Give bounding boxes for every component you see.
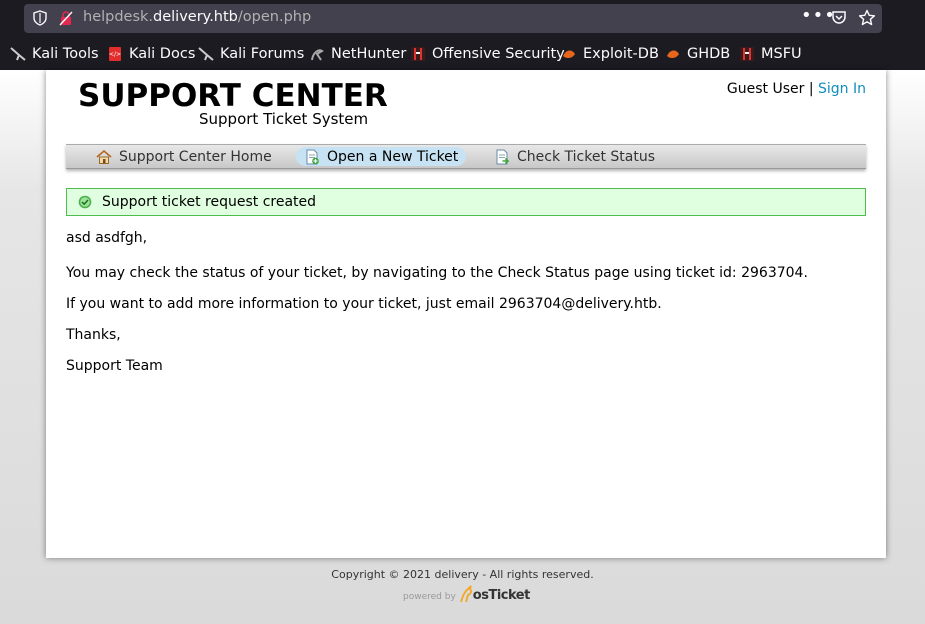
- url-host: delivery.htb: [153, 9, 238, 25]
- support-center-container: SUPPORT CENTER Support Ticket System Gue…: [46, 70, 886, 558]
- ghdb-icon: [667, 50, 679, 59]
- bookmarks-toolbar: Kali Tools </> Kali Docs Kali Forums Net…: [0, 40, 925, 68]
- guest-user-label: Guest User: [726, 81, 805, 97]
- insecure-lock-icon[interactable]: [58, 10, 74, 26]
- logo-title[interactable]: SUPPORT CENTER: [78, 78, 388, 114]
- bookmark-msfu[interactable]: MSFU: [739, 45, 802, 63]
- pocket-icon[interactable]: [831, 10, 847, 26]
- svg-text:</>: </>: [109, 51, 121, 58]
- bookmark-label: Kali Forums: [220, 46, 305, 62]
- nav-open-new-ticket[interactable]: Open a New Ticket: [296, 147, 467, 166]
- url-bar[interactable]: helpdesk.delivery.htb/open.php •••: [24, 4, 882, 33]
- logo-subtitle[interactable]: Support Ticket System: [199, 110, 368, 128]
- bookmark-label: MSFU: [761, 46, 802, 62]
- exploitdb-icon: [563, 50, 575, 59]
- signature-text: Support Team: [66, 358, 163, 374]
- osticket-brand: osTicket: [472, 588, 531, 603]
- bookmark-nethunter[interactable]: NetHunter: [309, 45, 406, 63]
- check-circle-icon: [78, 195, 92, 209]
- powered-by-osticket[interactable]: powered by osTicket: [403, 585, 530, 603]
- nethunter-icon: [311, 49, 324, 61]
- ticket-status-icon: [496, 149, 510, 164]
- url-prefix: helpdesk.: [83, 9, 154, 25]
- home-icon: [96, 149, 112, 164]
- kali-dragon-icon: [198, 47, 214, 61]
- nav-support-center-home[interactable]: Support Center Home: [88, 147, 280, 166]
- user-separator: |: [808, 81, 814, 97]
- url-path: /open.php: [237, 9, 312, 25]
- bookmark-label: Offensive Security: [432, 46, 565, 62]
- nav-check-ticket-status[interactable]: Check Ticket Status: [486, 147, 663, 166]
- bookmark-kali-tools[interactable]: Kali Tools: [10, 45, 99, 63]
- main-nav: Support Center Home Open a New Ticket Ch…: [66, 144, 866, 169]
- bookmark-kali-docs[interactable]: </> Kali Docs: [107, 45, 195, 63]
- nav-label: Support Center Home: [119, 148, 272, 165]
- new-ticket-icon: [306, 149, 319, 164]
- kali-dragon-icon: [10, 47, 26, 61]
- bookmark-label: Kali Tools: [32, 46, 99, 62]
- page-viewport: SUPPORT CENTER Support Ticket System Gue…: [0, 70, 925, 624]
- bookmark-label: GHDB: [687, 46, 731, 62]
- browser-chrome: helpdesk.delivery.htb/open.php ••• Kali …: [0, 0, 925, 70]
- footer-copyright: Copyright © 2021 delivery - All rights r…: [331, 568, 594, 581]
- nav-label: Check Ticket Status: [517, 148, 655, 165]
- osticket-kangaroo-icon: [459, 585, 472, 603]
- greeting-text: asd asdfgh,: [66, 230, 148, 246]
- sign-in-link[interactable]: Sign In: [818, 81, 866, 97]
- offsec-icon: [740, 47, 754, 61]
- thanks-text: Thanks,: [66, 327, 121, 343]
- url-text[interactable]: helpdesk.delivery.htb/open.php: [83, 9, 311, 25]
- user-info: Guest User | Sign In: [727, 81, 866, 97]
- nav-label: Open a New Ticket: [327, 148, 459, 165]
- bookmark-exploit-db[interactable]: Exploit-DB: [561, 45, 659, 63]
- bookmark-label: NetHunter: [331, 46, 407, 62]
- bookmark-star-icon[interactable]: [858, 9, 876, 27]
- notice-text: Support ticket request created: [102, 194, 317, 210]
- shield-icon[interactable]: [32, 10, 48, 26]
- bookmark-label: Kali Docs: [129, 46, 196, 62]
- success-notice: Support ticket request created: [66, 188, 866, 216]
- bookmark-offensive-security[interactable]: Offensive Security: [410, 45, 565, 63]
- status-info-text: You may check the status of your ticket,…: [66, 265, 808, 281]
- bookmark-ghdb[interactable]: GHDB: [665, 45, 730, 63]
- offsec-icon: [411, 47, 425, 61]
- email-info-text: If you want to add more information to y…: [66, 296, 662, 312]
- kali-docs-icon: </>: [109, 47, 121, 61]
- powered-by-label: powered by: [403, 592, 456, 602]
- bookmark-label: Exploit-DB: [583, 46, 659, 62]
- bookmark-kali-forums[interactable]: Kali Forums: [198, 45, 304, 63]
